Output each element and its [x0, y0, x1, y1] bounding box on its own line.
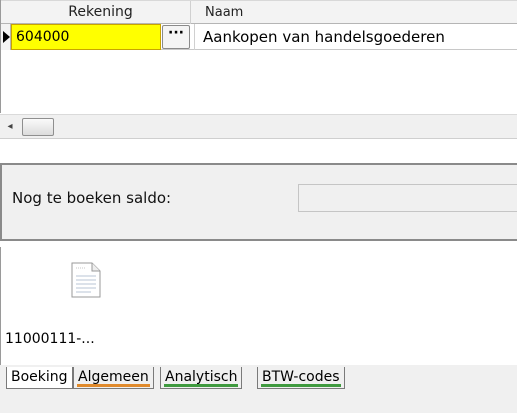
- scroll-left-icon[interactable]: ◂: [4, 120, 16, 134]
- row-indicator[interactable]: [1, 24, 11, 50]
- rekening-cell[interactable]: 604000: [11, 24, 161, 50]
- tab-btw-codes-underline: [261, 384, 341, 387]
- tab-algemeen-underline: [77, 384, 150, 387]
- tab-btw-codes[interactable]: BTW-codes: [257, 367, 345, 389]
- horizontal-scrollbar[interactable]: ◂: [0, 114, 517, 139]
- tab-algemeen-label: Algemeen: [78, 369, 149, 385]
- column-header-rekening[interactable]: Rekening: [11, 1, 191, 24]
- grid-header: Rekening Naam: [1, 0, 517, 24]
- tab-algemeen[interactable]: Algemeen: [73, 367, 154, 389]
- tab-strip: Boeking Algemeen Analytisch BTW-codes: [0, 365, 517, 413]
- tab-boeking-label: Boeking: [11, 369, 68, 385]
- tab-btw-codes-label: BTW-codes: [262, 369, 340, 385]
- current-row-arrow-icon: [3, 31, 10, 43]
- saldo-label: Nog te boeken saldo:: [12, 189, 172, 207]
- table-row[interactable]: 604000 ··· Aankopen van handelsgoederen: [1, 24, 517, 50]
- scroll-thumb[interactable]: [22, 118, 54, 136]
- tab-boeking[interactable]: Boeking: [6, 367, 73, 389]
- tab-analytisch-underline: [164, 384, 239, 387]
- tab-analytisch[interactable]: Analytisch: [160, 367, 243, 389]
- saldo-field: [298, 184, 517, 212]
- attachment-file-name[interactable]: 11000111-...: [5, 331, 95, 347]
- account-lookup-button[interactable]: ···: [162, 25, 190, 49]
- column-header-naam[interactable]: Naam: [201, 1, 517, 24]
- naam-cell[interactable]: Aankopen van handelsgoederen: [194, 24, 517, 50]
- account-grid: Rekening Naam 604000 ··· Aankopen van ha…: [0, 0, 517, 113]
- attachment-area: 11000111-...: [0, 247, 517, 365]
- tab-analytisch-label: Analytisch: [165, 369, 238, 385]
- saldo-panel: Nog te boeken saldo:: [0, 163, 517, 241]
- document-file-icon[interactable]: [71, 262, 101, 298]
